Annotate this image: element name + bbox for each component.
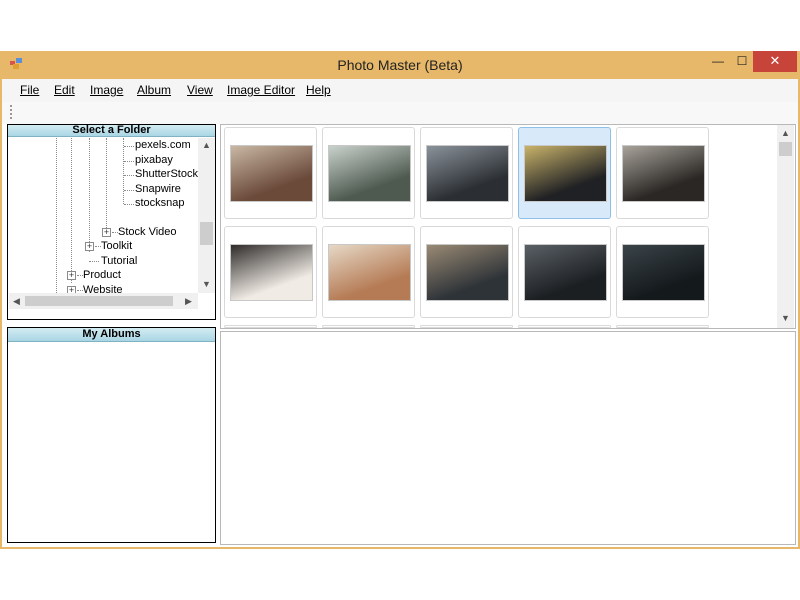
tree-node-toolkit[interactable]: Toolkit xyxy=(101,240,132,252)
albums-panel-header: My Albums xyxy=(8,328,215,342)
thumbnail-tile[interactable] xyxy=(420,127,513,219)
misty-forest-photo xyxy=(328,145,411,202)
close-button[interactable]: ✕ xyxy=(753,51,797,72)
thumbnail-tile[interactable] xyxy=(616,325,709,328)
tree-guide-line xyxy=(56,138,57,293)
thumbnail-tile[interactable] xyxy=(518,325,611,328)
folder-tree[interactable]: pexels.com pixabay ShutterStock Snapwire… xyxy=(8,138,198,293)
tree-guide-line xyxy=(123,138,124,204)
scroll-up-icon[interactable]: ▲ xyxy=(199,140,214,150)
folder-horizontal-scrollbar[interactable]: ◀ ▶ xyxy=(9,293,198,309)
toolbar xyxy=(2,102,798,124)
window-title: Photo Master (Beta) xyxy=(337,57,463,73)
desk-notebook-coffee-photo xyxy=(230,244,313,301)
menu-image[interactable]: Image xyxy=(90,83,123,97)
scroll-thumb[interactable] xyxy=(200,222,213,245)
tree-connector xyxy=(124,190,134,191)
scroll-left-icon[interactable]: ◀ xyxy=(9,296,24,307)
desert-canyon-photo xyxy=(328,244,411,301)
tree-connector xyxy=(89,261,99,262)
expand-icon[interactable]: + xyxy=(102,228,111,237)
tree-node-stocksnap[interactable]: stocksnap xyxy=(135,197,185,209)
thumbnail-tile[interactable] xyxy=(322,127,415,219)
scroll-up-icon[interactable]: ▲ xyxy=(778,128,793,138)
tree-node-shutterstock[interactable]: ShutterStock xyxy=(135,168,198,180)
thumbnail-tile[interactable] xyxy=(616,226,709,318)
scroll-down-icon[interactable]: ▼ xyxy=(199,279,214,289)
tree-node-pixabay[interactable]: pixabay xyxy=(135,154,173,166)
tree-guide-line xyxy=(106,138,107,232)
maximize-button[interactable]: ☐ xyxy=(731,51,753,72)
scroll-down-icon[interactable]: ▼ xyxy=(778,313,793,323)
folder-panel-header: Select a Folder xyxy=(8,125,215,137)
thumbnail-tile[interactable] xyxy=(224,226,317,318)
image-preview-area xyxy=(220,331,796,545)
app-window: Photo Master (Beta) — ☐ ✕ File Edit Imag… xyxy=(0,51,800,549)
menu-help[interactable]: Help xyxy=(306,83,331,97)
tree-connector xyxy=(124,161,134,162)
coastal-rocks-photo xyxy=(426,244,509,301)
thumbnail-tile[interactable] xyxy=(322,325,415,328)
expand-icon[interactable]: + xyxy=(67,271,76,280)
thumbnail-tile[interactable] xyxy=(224,325,317,328)
brick-house-door-photo xyxy=(230,145,313,202)
tree-guide-line xyxy=(89,138,90,252)
albums-panel: My Albums xyxy=(7,327,216,543)
minimize-button[interactable]: — xyxy=(705,51,731,72)
thumbnail-tile[interactable] xyxy=(518,127,611,219)
menu-bar: File Edit Image Album View Image Editor … xyxy=(2,79,798,102)
thumbnail-tile[interactable] xyxy=(616,127,709,219)
thumbnail-tile[interactable] xyxy=(224,127,317,219)
client-area: File Edit Image Album View Image Editor … xyxy=(2,79,798,547)
sneakers-on-street-photo xyxy=(524,145,607,202)
menu-image-editor[interactable]: Image Editor xyxy=(227,83,295,97)
tree-connector xyxy=(124,204,134,205)
tree-guide-line xyxy=(71,138,72,283)
tree-node-tutorial[interactable]: Tutorial xyxy=(101,255,137,267)
menu-edit[interactable]: Edit xyxy=(54,83,75,97)
folder-vertical-scrollbar[interactable]: ▲ ▼ xyxy=(198,138,215,293)
frosted-branches-photo xyxy=(426,145,509,202)
scroll-thumb[interactable] xyxy=(779,142,792,156)
hanging-lamps-photo xyxy=(524,244,607,301)
thumbnail-tile[interactable] xyxy=(420,325,513,328)
scroll-thumb[interactable] xyxy=(25,296,173,306)
tree-connector xyxy=(124,175,134,176)
dark-forest-photo xyxy=(622,244,705,301)
tree-node-pexels[interactable]: pexels.com xyxy=(135,139,191,151)
tree-node-website[interactable]: Website xyxy=(83,284,123,293)
scroll-right-icon[interactable]: ▶ xyxy=(181,296,196,307)
thumbnail-tile[interactable] xyxy=(420,226,513,318)
folder-panel: Select a Folder pexels.com pixabay Shutt… xyxy=(7,124,216,320)
laptop-workspace-photo xyxy=(622,145,705,202)
toolbar-grip[interactable] xyxy=(10,105,12,119)
thumbnail-tile[interactable] xyxy=(518,226,611,318)
menu-file[interactable]: File xyxy=(20,83,39,97)
expand-icon[interactable]: + xyxy=(85,242,94,251)
tree-node-snapwire[interactable]: Snapwire xyxy=(135,183,181,195)
menu-album[interactable]: Album xyxy=(137,83,171,97)
gallery-vertical-scrollbar[interactable]: ▲ ▼ xyxy=(777,125,794,328)
menu-view[interactable]: View xyxy=(187,83,213,97)
tree-connector xyxy=(124,146,134,147)
photo-gallery: ▲ ▼ xyxy=(220,124,796,329)
title-bar[interactable]: Photo Master (Beta) — ☐ ✕ xyxy=(0,51,800,79)
tree-node-product[interactable]: Product xyxy=(83,269,121,281)
tree-node-stock-video[interactable]: Stock Video xyxy=(118,226,177,238)
expand-icon[interactable]: + xyxy=(67,286,76,293)
thumbnail-tile[interactable] xyxy=(322,226,415,318)
